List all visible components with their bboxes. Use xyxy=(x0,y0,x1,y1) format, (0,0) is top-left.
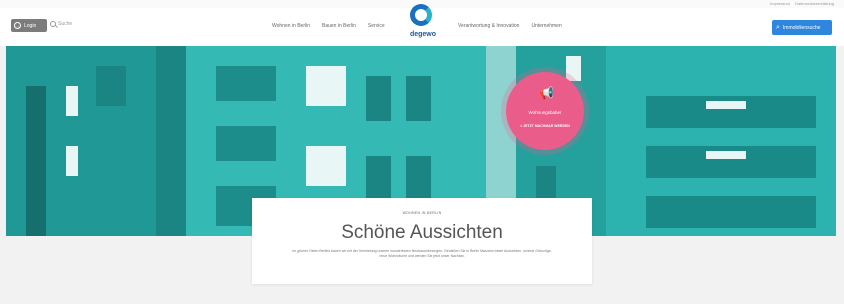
logo-mark-icon xyxy=(410,4,432,26)
search-icon: ⌕ xyxy=(776,23,780,31)
logo-text: degewo xyxy=(409,31,437,38)
main-nav-right: Verantwortung & Innovation Unternehmen xyxy=(458,23,562,29)
page-title: Schöne Aussichten xyxy=(341,222,503,243)
nav-item-service[interactable]: Service xyxy=(368,23,385,29)
degewo-logo[interactable]: degewo xyxy=(403,4,443,52)
search-placeholder: Suche xyxy=(58,21,73,27)
privacy-link[interactable]: Datenschutzerklärung xyxy=(795,1,834,6)
megaphone-icon: 📢 xyxy=(539,86,554,100)
promo-badge[interactable]: 📢 Wohnungsbaber > JETZT MACHMAR WERDEN xyxy=(506,72,584,150)
login-button[interactable]: → Login xyxy=(11,19,47,32)
nav-item-verantwortung[interactable]: Verantwortung & Innovation xyxy=(458,23,519,29)
intro-card: WOHNEN IN BERLIN Schöne Aussichten Im gr… xyxy=(252,198,592,284)
promo-title: Wohnungsbaber xyxy=(528,110,562,115)
nav-item-bauen[interactable]: Bauen in Berlin xyxy=(322,23,356,29)
login-label: Login xyxy=(24,22,37,29)
imprint-link[interactable]: Impressum xyxy=(770,1,790,6)
search-icon xyxy=(50,21,56,27)
section-eyebrow: WOHNEN IN BERLIN xyxy=(402,211,442,215)
main-nav-left: Wohnen in Berlin Bauen in Berlin Service xyxy=(272,23,385,29)
promo-link[interactable]: > JETZT MACHMAR WERDEN xyxy=(506,124,584,128)
property-search-label: Immobiliensuche xyxy=(782,24,821,31)
search-field[interactable]: Suche xyxy=(50,21,72,27)
property-search-button[interactable]: ⌕ Immobiliensuche xyxy=(772,20,832,35)
login-icon: → xyxy=(14,22,21,29)
page: Impressum Datenschutzerklärung → Login S… xyxy=(0,0,844,304)
nav-item-wohnen[interactable]: Wohnen in Berlin xyxy=(272,23,310,29)
intro-text: Im grünen Osten Berlins bauen wir mit de… xyxy=(292,249,552,258)
utility-links: Impressum Datenschutzerklärung xyxy=(766,0,834,7)
nav-item-unternehmen[interactable]: Unternehmen xyxy=(531,23,561,29)
